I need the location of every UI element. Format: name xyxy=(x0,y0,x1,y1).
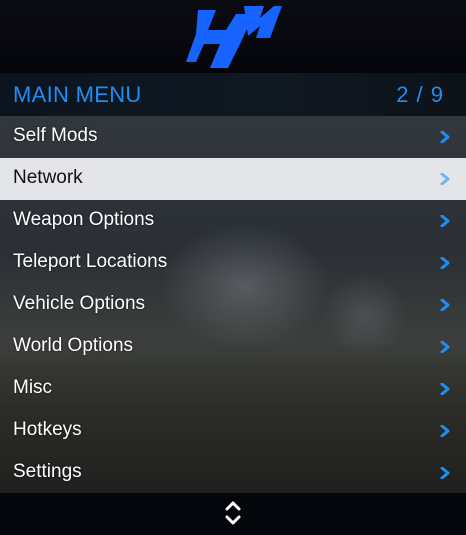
menu-item-label: Settings xyxy=(13,461,82,482)
menu-item-misc[interactable]: Misc xyxy=(0,368,466,410)
chevron-right-icon xyxy=(440,215,450,227)
menu-title: MAIN MENU xyxy=(13,82,142,107)
menu-header: MAIN MENU 2 / 9 xyxy=(0,73,466,116)
menu-logo-icon xyxy=(186,6,282,68)
chevron-right-icon xyxy=(440,131,450,143)
menu-item-label: Weapon Options xyxy=(13,209,155,230)
menu-item-hotkeys[interactable]: Hotkeys xyxy=(0,410,466,452)
menu-item-label: Hotkeys xyxy=(13,419,82,440)
menu-item-teleport-locations[interactable]: Teleport Locations xyxy=(0,242,466,284)
menu-item-network[interactable]: Network xyxy=(0,158,466,200)
scroll-up-down-icon[interactable] xyxy=(224,498,242,528)
menu-item-self-mods[interactable]: Self Mods xyxy=(0,116,466,158)
chevron-right-icon xyxy=(440,173,450,185)
menu-item-vehicle-options[interactable]: Vehicle Options xyxy=(0,284,466,326)
chevron-right-icon xyxy=(440,341,450,353)
menu-item-label: Self Mods xyxy=(13,125,98,146)
menu-item-label: Vehicle Options xyxy=(13,293,146,314)
menu-item-world-options[interactable]: World Options xyxy=(0,326,466,368)
menu-list: Self Mods Network Weapon Options Telepor… xyxy=(0,116,466,494)
menu-item-label: Teleport Locations xyxy=(13,251,168,272)
menu-item-label: Network xyxy=(13,167,83,188)
menu-position-counter: 2 / 9 xyxy=(396,82,444,107)
menu-item-label: World Options xyxy=(13,335,134,356)
menu-item-weapon-options[interactable]: Weapon Options xyxy=(0,200,466,242)
chevron-right-icon xyxy=(440,425,450,437)
chevron-right-icon xyxy=(440,299,450,311)
menu-item-label: Misc xyxy=(13,377,53,398)
chevron-right-icon xyxy=(440,257,450,269)
menu-item-settings[interactable]: Settings xyxy=(0,452,466,494)
menu-footer xyxy=(0,493,466,535)
chevron-right-icon xyxy=(440,467,450,479)
chevron-right-icon xyxy=(440,383,450,395)
menu-banner xyxy=(0,0,466,73)
